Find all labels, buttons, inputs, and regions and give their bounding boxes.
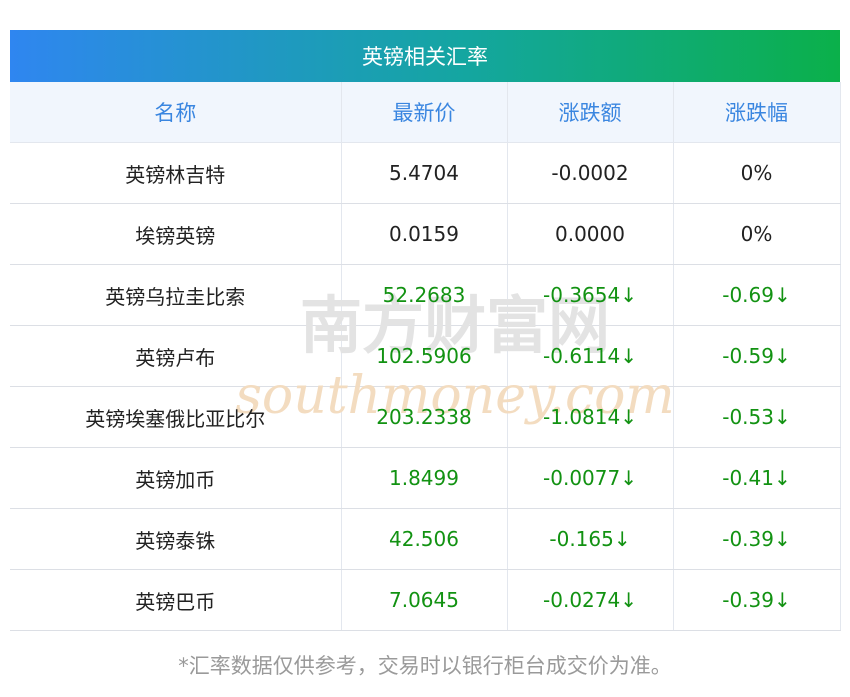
currency-name-cell: 英镑埃塞俄比亚比尔 <box>10 386 342 448</box>
change-percent-cell: -0.69↓ <box>673 264 841 326</box>
change-percent-cell: -0.39↓ <box>673 508 841 570</box>
currency-name-cell: 英镑巴币 <box>10 569 342 631</box>
column-header-change: 涨跌额 <box>507 82 674 143</box>
change-percent-cell: -0.39↓ <box>673 569 841 631</box>
column-header-percent: 涨跌幅 <box>673 82 841 143</box>
table-row: 埃镑英镑 0.0159 0.0000 0% <box>10 203 841 265</box>
change-percent-cell: -0.59↓ <box>673 325 841 387</box>
exchange-rate-table: 名称 最新价 涨跌额 涨跌幅 英镑林吉特 5.4704 -0.0002 0% 埃镑英镑 0… <box>10 82 841 631</box>
table-row: 英镑林吉特 5.4704 -0.0002 0% <box>10 142 841 204</box>
table-row: 英镑埃塞俄比亚比尔 203.2338 -1.0814↓ -0.53↓ <box>10 386 841 448</box>
change-percent-cell: -0.53↓ <box>673 386 841 448</box>
table-title: 英镑相关汇率 <box>10 30 840 82</box>
change-percent-cell: 0% <box>673 203 841 265</box>
table-row: 英镑卢布 102.5906 -0.6114↓ -0.59↓ <box>10 325 841 387</box>
column-header-price: 最新价 <box>341 82 508 143</box>
header-row: 名称 最新价 涨跌额 涨跌幅 <box>10 82 841 143</box>
table-row: 英镑泰铢 42.506 -0.165↓ -0.39↓ <box>10 508 841 570</box>
latest-price-cell: 1.8499 <box>341 447 508 509</box>
table-row: 英镑巴币 7.0645 -0.0274↓ -0.39↓ <box>10 569 841 631</box>
change-amount-cell: 0.0000 <box>507 203 674 265</box>
latest-price-cell: 7.0645 <box>341 569 508 631</box>
change-amount-cell: -0.6114↓ <box>507 325 674 387</box>
disclaimer-footnote: *汇率数据仅供参考，交易时以银行柜台成交价为准。 <box>178 654 672 678</box>
change-percent-cell: 0% <box>673 142 841 204</box>
latest-price-cell: 102.5906 <box>341 325 508 387</box>
currency-name-cell: 英镑加币 <box>10 447 342 509</box>
change-amount-cell: -0.165↓ <box>507 508 674 570</box>
change-percent-cell: -0.41↓ <box>673 447 841 509</box>
latest-price-cell: 5.4704 <box>341 142 508 204</box>
currency-name-cell: 英镑林吉特 <box>10 142 342 204</box>
column-header-name: 名称 <box>10 82 342 143</box>
change-amount-cell: -0.3654↓ <box>507 264 674 326</box>
currency-name-cell: 英镑乌拉圭比索 <box>10 264 342 326</box>
table-row: 英镑乌拉圭比索 52.2683 -0.3654↓ -0.69↓ <box>10 264 841 326</box>
latest-price-cell: 203.2338 <box>341 386 508 448</box>
currency-name-cell: 英镑卢布 <box>10 325 342 387</box>
latest-price-cell: 42.506 <box>341 508 508 570</box>
change-amount-cell: -0.0077↓ <box>507 447 674 509</box>
change-amount-cell: -0.0274↓ <box>507 569 674 631</box>
change-amount-cell: -1.0814↓ <box>507 386 674 448</box>
latest-price-cell: 52.2683 <box>341 264 508 326</box>
latest-price-cell: 0.0159 <box>341 203 508 265</box>
currency-name-cell: 埃镑英镑 <box>10 203 342 265</box>
table-row: 英镑加币 1.8499 -0.0077↓ -0.41↓ <box>10 447 841 509</box>
currency-name-cell: 英镑泰铢 <box>10 508 342 570</box>
change-amount-cell: -0.0002 <box>507 142 674 204</box>
